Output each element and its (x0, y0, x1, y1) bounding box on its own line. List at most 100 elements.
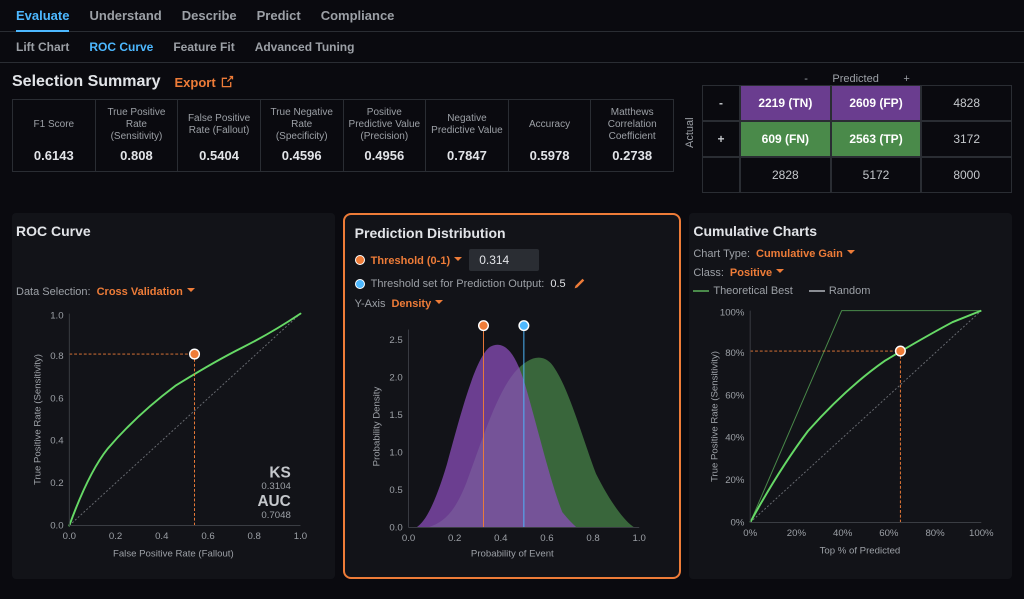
cum-threshold-point[interactable] (896, 346, 906, 356)
svg-text:1.5: 1.5 (389, 410, 402, 421)
yaxis-dropdown[interactable]: Density (391, 297, 444, 310)
subtab-advtuning[interactable]: Advanced Tuning (255, 40, 355, 54)
svg-text:0.0: 0.0 (50, 520, 63, 531)
svg-text:0.4: 0.4 (155, 531, 169, 542)
threshold-dot-icon (355, 255, 365, 265)
edit-icon[interactable] (572, 277, 586, 291)
threshold-marker[interactable] (478, 321, 488, 331)
export-icon (220, 75, 234, 89)
svg-text:True Positive Rate (Sensitivit: True Positive Rate (Sensitivity) (710, 351, 721, 482)
svg-text:60%: 60% (726, 390, 746, 401)
cell-grand-total: 8000 (921, 157, 1012, 193)
svg-text:1.0: 1.0 (50, 310, 63, 321)
chevron-down-icon (453, 254, 463, 264)
svg-text:40%: 40% (833, 528, 853, 539)
svg-text:Top % of Predicted: Top % of Predicted (820, 545, 901, 556)
svg-text:0.2: 0.2 (109, 531, 122, 542)
svg-text:False Positive Rate (Fallout): False Positive Rate (Fallout) (113, 548, 234, 559)
dist-title: Prediction Distribution (355, 225, 670, 241)
svg-text:0.6: 0.6 (201, 531, 214, 542)
svg-text:1.0: 1.0 (294, 531, 307, 542)
svg-text:0.4: 0.4 (50, 436, 64, 447)
svg-text:1.0: 1.0 (389, 447, 402, 458)
sub-tabs: Lift Chart ROC Curve Feature Fit Advance… (0, 32, 1024, 63)
svg-text:0.6: 0.6 (540, 533, 553, 544)
cell-rowneg-total: 4828 (921, 85, 1012, 121)
svg-text:80%: 80% (726, 348, 746, 359)
svg-text:100%: 100% (720, 307, 745, 318)
svg-text:20%: 20% (726, 475, 746, 486)
metric-fpr: 0.5404 (182, 148, 256, 163)
threshold-input[interactable] (469, 249, 539, 271)
roc-panel: ROC Curve Data Selection: Cross Validati… (12, 213, 335, 579)
svg-text:0.3104: 0.3104 (261, 481, 291, 492)
svg-text:100%: 100% (969, 528, 994, 539)
svg-text:0.0: 0.0 (389, 522, 402, 533)
metric-acc: 0.5978 (513, 148, 587, 163)
cumulative-chart[interactable]: 0% 20% 40% 60% 80% 100% 0% 20% 40% 60% 80% 100% To… (693, 301, 1008, 561)
svg-text:0.4: 0.4 (494, 533, 508, 544)
svg-text:0.8: 0.8 (586, 533, 599, 544)
metric-f1: 0.6143 (17, 148, 91, 163)
svg-text:40%: 40% (726, 433, 746, 444)
tab-compliance[interactable]: Compliance (321, 8, 395, 23)
tab-predict[interactable]: Predict (257, 8, 301, 23)
svg-text:0%: 0% (731, 517, 745, 528)
subtab-featurefit[interactable]: Feature Fit (173, 40, 234, 54)
svg-text:80%: 80% (926, 528, 946, 539)
svg-text:0.0: 0.0 (63, 531, 76, 542)
roc-threshold-point[interactable] (190, 349, 200, 359)
cell-tp: 2563 (TP) (831, 121, 922, 157)
svg-text:0.2: 0.2 (50, 478, 63, 489)
output-threshold-dot-icon (355, 279, 365, 289)
metric-tnr: 0.4596 (265, 148, 339, 163)
cell-colneg-total: 2828 (740, 157, 831, 193)
svg-text:20%: 20% (787, 528, 807, 539)
svg-text:60%: 60% (880, 528, 900, 539)
metric-npv: 0.7847 (430, 148, 504, 163)
svg-text:Probability Density: Probability Density (371, 387, 382, 467)
subtab-liftchart[interactable]: Lift Chart (16, 40, 69, 54)
chevron-down-icon (846, 247, 856, 257)
svg-text:0.6: 0.6 (50, 393, 63, 404)
metric-ppv: 0.4956 (348, 148, 422, 163)
svg-text:2.0: 2.0 (389, 372, 402, 383)
metric-mcc: 0.2738 (595, 148, 669, 163)
svg-text:0.8: 0.8 (248, 531, 261, 542)
tab-evaluate[interactable]: Evaluate (16, 8, 69, 32)
cell-tn: 2219 (TN) (740, 85, 831, 121)
svg-text:0.5: 0.5 (389, 485, 402, 496)
svg-text:0.0: 0.0 (402, 533, 415, 544)
tab-understand[interactable]: Understand (89, 8, 161, 23)
output-threshold-marker[interactable] (519, 321, 529, 331)
tab-describe[interactable]: Describe (182, 8, 237, 23)
subtab-roccurve[interactable]: ROC Curve (89, 40, 153, 54)
chevron-down-icon (434, 297, 444, 307)
charttype-dropdown[interactable]: Cumulative Gain (756, 247, 856, 260)
predicted-axis: Predicted (832, 73, 878, 85)
distribution-chart[interactable]: 0.0 0.5 1.0 1.5 2.0 2.5 0.0 0.2 0.4 0.6 0.8 1.0 Pr… (355, 316, 670, 564)
svg-text:0%: 0% (744, 528, 758, 539)
actual-axis: Actual (684, 73, 702, 193)
roc-chart[interactable]: KS 0.3104 AUC 0.7048 0.00.20.40.60.81.0 … (16, 304, 331, 564)
export-button[interactable]: Export (175, 75, 234, 90)
chevron-down-icon (186, 285, 196, 295)
svg-text:2.5: 2.5 (389, 335, 402, 346)
metrics-table: F1 Score0.6143 True Positive Rate (Sensi… (12, 99, 674, 172)
chevron-down-icon (775, 266, 785, 276)
class-dropdown[interactable]: Positive (730, 266, 785, 279)
svg-text:KS: KS (269, 464, 290, 481)
svg-text:True Positive Rate (Sensitivit: True Positive Rate (Sensitivity) (32, 354, 43, 485)
cumulative-legend: Theoretical Best Random (693, 285, 1008, 297)
svg-text:1.0: 1.0 (632, 533, 645, 544)
cell-rowpos-total: 3172 (921, 121, 1012, 157)
metric-tpr: 0.808 (100, 148, 174, 163)
cum-title: Cumulative Charts (693, 223, 1008, 239)
svg-text:0.2: 0.2 (448, 533, 461, 544)
svg-text:Probability of Event: Probability of Event (471, 548, 554, 559)
selection-title: Selection Summary (12, 73, 161, 91)
threshold-dropdown[interactable]: Threshold (0-1) (371, 254, 464, 267)
cell-colpos-total: 5172 (831, 157, 922, 193)
svg-text:0.7048: 0.7048 (261, 510, 290, 521)
data-selection-dropdown[interactable]: Cross Validation (97, 285, 196, 298)
